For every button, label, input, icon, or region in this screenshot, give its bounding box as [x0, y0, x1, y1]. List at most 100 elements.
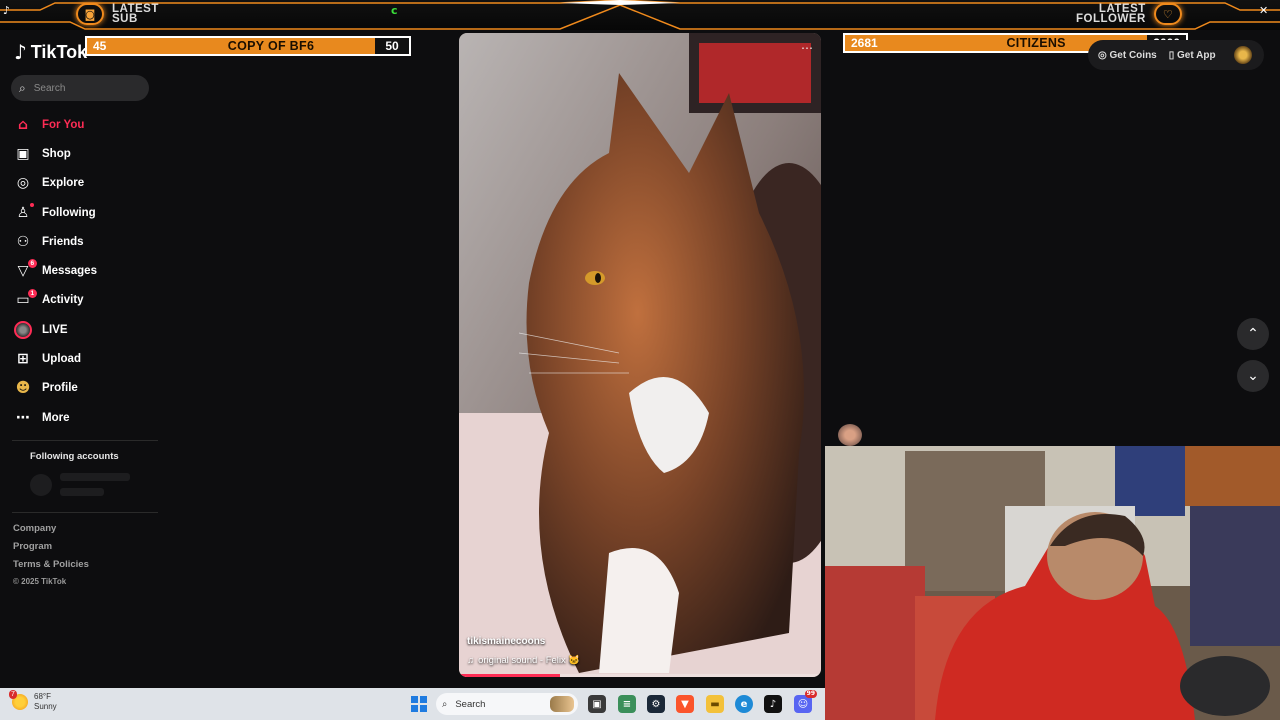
nav-label: Following: [42, 206, 96, 219]
twitch-icon: ◙: [76, 3, 104, 25]
nav-label: LIVE: [42, 323, 68, 336]
tiktok-small-icon: ♪: [3, 4, 11, 17]
messages-badge: 6: [28, 259, 37, 269]
live-icon: [14, 320, 32, 339]
prev-video-button[interactable]: ⌃: [1237, 318, 1269, 350]
nav-more[interactable]: ⋯ More: [14, 403, 154, 432]
webcam-frame: [825, 446, 1280, 720]
divider: [12, 512, 158, 513]
tiktok-app-icon[interactable]: ♪: [764, 695, 782, 713]
home-icon: ⌂: [17, 116, 29, 133]
footer-link-terms[interactable]: Terms & Policies: [13, 559, 89, 577]
webcam-feed: [825, 446, 1280, 720]
nav-activity[interactable]: ▭ 1 Activity: [14, 286, 154, 315]
brave-icon[interactable]: ▼: [676, 695, 694, 713]
shop-icon: ▣: [16, 145, 30, 162]
goal-title: COPY OF BF6: [227, 39, 315, 53]
sun-icon: 7: [9, 690, 28, 710]
windows-start-icon[interactable]: [411, 696, 427, 712]
nav-label: Profile: [42, 382, 78, 395]
divider: [12, 440, 158, 441]
next-video-button[interactable]: ⌄: [1237, 360, 1269, 392]
nav-explore[interactable]: ◎ Explore: [14, 169, 154, 198]
nav-following[interactable]: ♙ Following: [14, 198, 154, 227]
nav-label: Friends: [42, 235, 84, 248]
nav-label: Messages: [42, 265, 97, 278]
nav-label: More: [42, 411, 70, 424]
logo-text: TikTok: [30, 41, 88, 62]
nav-shop[interactable]: ▣ Shop: [14, 139, 154, 168]
get-coins-button[interactable]: ◎ Get Coins: [1098, 50, 1157, 61]
search-box[interactable]: ⌕: [11, 75, 149, 101]
latest-follower: LATEST FOLLOWER ♡: [1076, 3, 1182, 25]
nav-upload[interactable]: ⊞ Upload: [14, 344, 154, 373]
activity-badge: 1: [28, 288, 37, 298]
chevron-up-icon: ⌃: [1247, 326, 1259, 342]
nav-profile[interactable]: ☻ Profile: [14, 374, 154, 403]
compass-icon: ◎: [16, 175, 30, 192]
header-actions: ◎ Get Coins ▯ Get App: [1088, 40, 1264, 70]
discord-badge: 99: [804, 690, 817, 698]
footer-link-program[interactable]: Program: [13, 541, 89, 559]
video-player[interactable]: ⋯ tikismainecoons ♫ original sound - Fel…: [459, 33, 821, 677]
latest-sub-label-2: SUB: [112, 13, 138, 25]
footer-link-company[interactable]: Company: [13, 523, 89, 541]
user-avatar[interactable]: [1234, 46, 1252, 64]
nav-messages[interactable]: ▽ 6 Messages: [14, 256, 154, 285]
profile-icon: ☻: [15, 380, 31, 397]
tiktok-logo[interactable]: ♪ TikTok: [14, 40, 87, 64]
nav-live[interactable]: LIVE: [14, 315, 154, 344]
following-accounts-title: Following accounts: [30, 451, 119, 462]
following-icon: ♙: [16, 204, 30, 221]
friends-icon: ⚇: [16, 233, 30, 250]
video-progress-bar[interactable]: [459, 674, 821, 677]
search-icon: ⌕: [19, 80, 26, 95]
nav-friends[interactable]: ⚇ Friends: [14, 227, 154, 256]
nav-menu: ⌂ For You ▣ Shop ◎ Explore ♙ Following ⚇…: [14, 110, 154, 432]
cat-video-frame: [459, 33, 821, 677]
weather-condition: Sunny: [34, 702, 57, 711]
taskbar-search-label: Search: [455, 698, 486, 710]
more-options-icon[interactable]: ⋯: [801, 41, 813, 55]
nav-for-you[interactable]: ⌂ For You: [14, 110, 154, 139]
chevron-down-icon: ⌄: [1247, 368, 1259, 384]
goal-current: 2681: [851, 36, 878, 50]
weather-widget[interactable]: 7 68°F Sunny: [9, 690, 57, 712]
task-view-icon[interactable]: ▣: [588, 695, 606, 713]
edge-icon[interactable]: e: [735, 695, 753, 713]
get-app-button[interactable]: ▯ Get App: [1169, 50, 1216, 61]
steam-icon[interactable]: ⚙: [647, 695, 665, 713]
folder-icon[interactable]: ▬: [706, 695, 724, 713]
sidebar: ♪ TikTok ⌕ ⌂ For You ▣ Shop ◎ Explore ♙: [0, 30, 160, 688]
stream-overlay-bar: ♪ ◙ LATEST SUB c LATEST FOLLOWER ♡ ✕: [0, 0, 1280, 30]
screen: ♪ ◙ LATEST SUB c LATEST FOLLOWER ♡ ✕ 45 …: [0, 0, 1280, 720]
footer-links: Company Program Terms & Policies © 2025 …: [13, 523, 89, 586]
close-icon[interactable]: ✕: [1259, 4, 1268, 17]
tiktok-note-icon: ♪: [14, 40, 27, 64]
copyright: © 2025 TikTok: [13, 577, 67, 586]
nav-label: Explore: [42, 177, 85, 190]
sound-label: original sound - Felix 🐱: [478, 655, 581, 666]
skeleton-line: [60, 473, 130, 481]
upload-icon: ⊞: [17, 351, 29, 368]
discord-icon[interactable]: ☺ 99: [794, 690, 817, 713]
video-username[interactable]: tikismainecoons: [467, 636, 545, 647]
nav-label: For You: [42, 118, 85, 131]
nav-label: Upload: [42, 353, 81, 366]
nav-label: Shop: [42, 147, 71, 160]
green-c-icon: c: [391, 4, 398, 17]
skeleton-line: [60, 488, 104, 496]
notification-dot: [30, 202, 34, 207]
weather-temp: 68°F: [34, 692, 51, 701]
skeleton-avatar: [30, 474, 52, 496]
video-sound[interactable]: ♫ original sound - Felix 🐱: [467, 655, 580, 666]
taskbar-search[interactable]: ⌕ Search: [436, 693, 578, 715]
heart-icon: ♡: [1153, 3, 1182, 25]
search-input[interactable]: [33, 82, 134, 94]
nav-label: Activity: [42, 294, 84, 307]
latest-sub: ◙ LATEST SUB: [76, 3, 159, 25]
windows-taskbar: 7 68°F Sunny ⌕ Search ▣ ≡ ⚙ ▼ ▬ e ♪ ☺ 99: [0, 688, 825, 720]
notepad-icon[interactable]: ≡: [618, 695, 636, 713]
goal-max: 50: [375, 38, 409, 54]
more-icon: ⋯: [16, 409, 30, 426]
